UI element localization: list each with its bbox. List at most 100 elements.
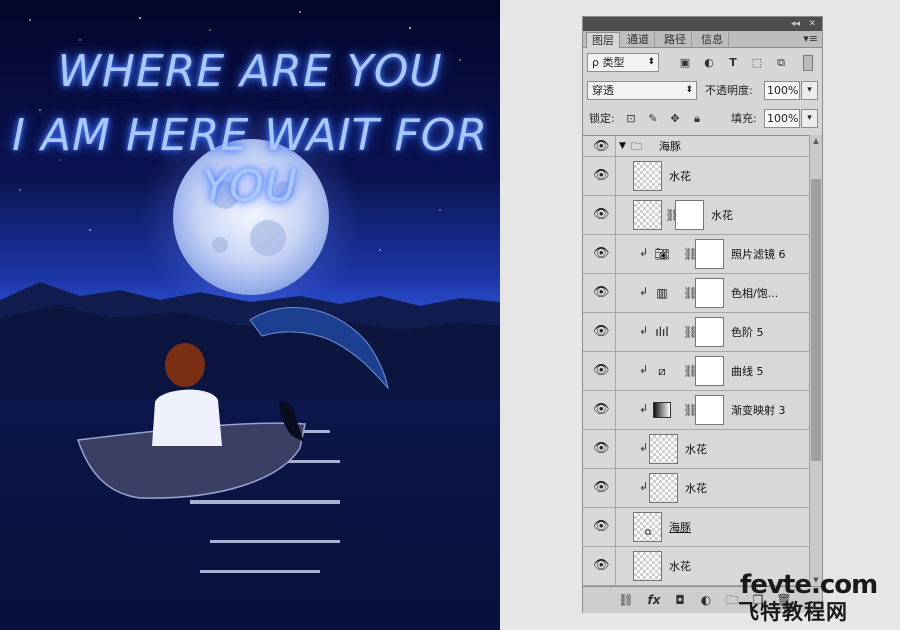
layer-thumbnail <box>633 551 662 581</box>
watermark-site-name: 飞特教程网 <box>738 600 848 624</box>
layer-thumbnail <box>633 161 662 191</box>
fill-dropdown-icon[interactable]: ▾ <box>801 109 818 128</box>
layer-mask-thumbnail[interactable] <box>695 278 724 308</box>
visibility-eye-icon[interactable]: 👁︎ <box>593 559 610 573</box>
shape-filter-icon[interactable]: ⬚ <box>749 55 765 71</box>
visibility-eye-icon[interactable]: 👁︎ <box>593 286 610 300</box>
layer-name: 曲线 5 <box>731 365 764 378</box>
layer-row[interactable]: 👁︎ ↲ 📷︎ ⛓︎ 照片滤镜 6 <box>583 235 809 274</box>
filter-kind-select[interactable]: ρ 类型 ⬍ <box>587 53 659 72</box>
opacity-dropdown-icon[interactable]: ▾ <box>801 81 818 100</box>
layer-thumbnail <box>633 200 662 230</box>
opacity-input[interactable]: 100% <box>764 81 800 100</box>
visibility-eye-icon[interactable]: 👁︎ <box>593 169 610 183</box>
layer-row[interactable]: 👁︎ ⧉ 海豚 <box>583 508 809 547</box>
layers-panel: ◂◂ ✕ 图层 通道 路径 信息 ▾≡ ρ 类型 ⬍ ▣ ◐ T ⬚ ⧉ 穿透 ⬍ … <box>582 16 823 613</box>
clipping-arrow-icon: ↲ <box>639 324 649 337</box>
tab-channels[interactable]: 通道 <box>622 32 655 48</box>
opacity-label: 不透明度: <box>705 84 753 97</box>
lock-pixels-icon[interactable]: ✎ <box>645 111 661 127</box>
fill-input[interactable]: 100% <box>764 109 800 128</box>
blend-mode-select[interactable]: 穿透 ⬍ <box>587 81 697 100</box>
layer-row[interactable]: 👁︎ ⛓︎ 水花 <box>583 196 809 235</box>
scroll-up-icon[interactable]: ▲ <box>810 135 822 147</box>
pixel-filter-icon[interactable]: ▣ <box>677 55 693 71</box>
filter-row: ρ 类型 ⬍ ▣ ◐ T ⬚ ⧉ <box>583 51 822 75</box>
layer-name: 照片滤镜 6 <box>731 248 786 261</box>
tab-info[interactable]: 信息 <box>696 32 729 48</box>
site-watermark: fevte.com 飞特教程网 <box>736 570 900 630</box>
blend-row: 穿透 ⬍ 不透明度: 100% ▾ <box>583 79 822 103</box>
fill-label: 填充: <box>731 112 757 125</box>
visibility-eye-icon[interactable]: 👁︎ <box>593 140 610 154</box>
scroll-thumb[interactable] <box>811 179 821 461</box>
layer-mask-thumbnail[interactable] <box>695 317 724 347</box>
layer-name: 水花 <box>669 560 691 573</box>
layer-name: 色阶 5 <box>731 326 764 339</box>
visibility-eye-icon[interactable]: 👁︎ <box>593 520 610 534</box>
clipping-arrow-icon: ↲ <box>639 363 649 376</box>
visibility-eye-icon[interactable]: 👁︎ <box>593 247 610 261</box>
layer-row-group[interactable]: 👁︎ ▼ 🗀︎ 海豚 <box>583 136 809 157</box>
layer-row[interactable]: 👁︎ ↲ 水花 <box>583 469 809 508</box>
neon-headline-2: I AM HERE WAIT FOR YOU <box>11 110 489 212</box>
visibility-eye-icon[interactable]: 👁︎ <box>593 208 610 222</box>
fx-icon[interactable]: fx <box>645 592 663 608</box>
layer-name: 海豚 <box>659 140 681 153</box>
curves-icon: ⧄ <box>658 364 666 378</box>
canvas-artwork: WHERE ARE YOU I AM HERE WAIT FOR YOU <box>0 0 500 630</box>
visibility-eye-icon[interactable]: 👁︎ <box>593 442 610 456</box>
layer-name: 渐变映射 3 <box>731 404 786 417</box>
close-icon[interactable]: ✕ <box>808 17 816 31</box>
clipping-arrow-icon: ↲ <box>639 480 649 493</box>
visibility-eye-icon[interactable]: 👁︎ <box>593 364 610 378</box>
visibility-eye-icon[interactable]: 👁︎ <box>593 403 610 417</box>
visibility-eye-icon[interactable]: 👁︎ <box>593 325 610 339</box>
panel-menu-icon[interactable]: ▾≡ <box>803 32 818 45</box>
layer-thumbnail <box>649 434 678 464</box>
layer-row[interactable]: 👁︎ ↲ 水花 <box>583 430 809 469</box>
layer-row[interactable]: 👁︎ 水花 <box>583 157 809 196</box>
layer-name: 色相/饱... <box>731 287 779 300</box>
collapse-icon[interactable]: ◂◂ <box>791 17 800 31</box>
girl-shirt <box>152 389 222 446</box>
layer-name: 水花 <box>685 443 707 456</box>
lock-position-icon[interactable]: ✥ <box>667 111 683 127</box>
link-layers-icon[interactable]: ⛓︎ <box>617 592 635 608</box>
smart-object-icon: ⧉ <box>645 528 652 538</box>
layer-mask-thumbnail[interactable] <box>695 239 724 269</box>
girl-hair <box>165 343 205 387</box>
neon-headline-1: WHERE ARE YOU <box>57 46 443 97</box>
tab-paths[interactable]: 路径 <box>659 32 692 48</box>
layer-row[interactable]: 👁︎ ↲ ⧄ ⛓︎ 曲线 5 <box>583 352 809 391</box>
chevron-updown-icon: ⬍ <box>685 85 693 95</box>
layer-row[interactable]: 👁︎ ↲ ⛓︎ 渐变映射 3 <box>583 391 809 430</box>
lock-row: 锁定: ⊡ ✎ ✥ 🔒︎ 填充: 100% ▾ <box>583 107 822 131</box>
smartobject-filter-icon[interactable]: ⧉ <box>773 55 789 71</box>
layer-list-scrollbar[interactable]: ▲ ▼ <box>809 135 822 586</box>
visibility-eye-icon[interactable]: 👁︎ <box>593 481 610 495</box>
layer-row[interactable]: 👁︎ ↲ ılıl ⛓︎ 色阶 5 <box>583 313 809 352</box>
layer-row[interactable]: 👁︎ ↲ ▥ ⛓︎ 色相/饱... <box>583 274 809 313</box>
lock-label: 锁定: <box>589 112 615 125</box>
type-filter-icon[interactable]: T <box>725 55 741 71</box>
filter-toggle-icon[interactable] <box>803 55 813 71</box>
layer-name: 海豚 <box>669 521 691 534</box>
layer-mask-thumbnail[interactable] <box>695 356 724 386</box>
clipping-arrow-icon: ↲ <box>639 246 649 259</box>
tab-layers[interactable]: 图层 <box>586 32 620 48</box>
layer-list: 👁︎ ▼ 🗀︎ 海豚 👁︎ 水花 👁︎ ⛓︎ 水花 👁︎ ↲ 📷︎ ⛓︎ 照片滤… <box>583 135 809 586</box>
layer-name: 水花 <box>685 482 707 495</box>
adjustment-filter-icon[interactable]: ◐ <box>701 55 717 71</box>
panel-tabs: 图层 通道 路径 信息 ▾≡ <box>583 31 822 48</box>
layer-mask-thumbnail[interactable] <box>695 395 724 425</box>
new-adjustment-icon[interactable]: ◐ <box>697 592 715 608</box>
layer-mask-thumbnail[interactable] <box>675 200 704 230</box>
add-mask-icon[interactable]: ◘ <box>671 592 689 608</box>
lock-transparency-icon[interactable]: ⊡ <box>623 111 639 127</box>
layer-name: 水花 <box>711 209 733 222</box>
gradient-map-icon <box>653 402 671 418</box>
group-expand-icon[interactable]: ▼ <box>619 136 626 157</box>
lock-all-icon[interactable]: 🔒︎ <box>689 111 705 127</box>
hue-saturation-icon: ▥ <box>656 286 668 300</box>
